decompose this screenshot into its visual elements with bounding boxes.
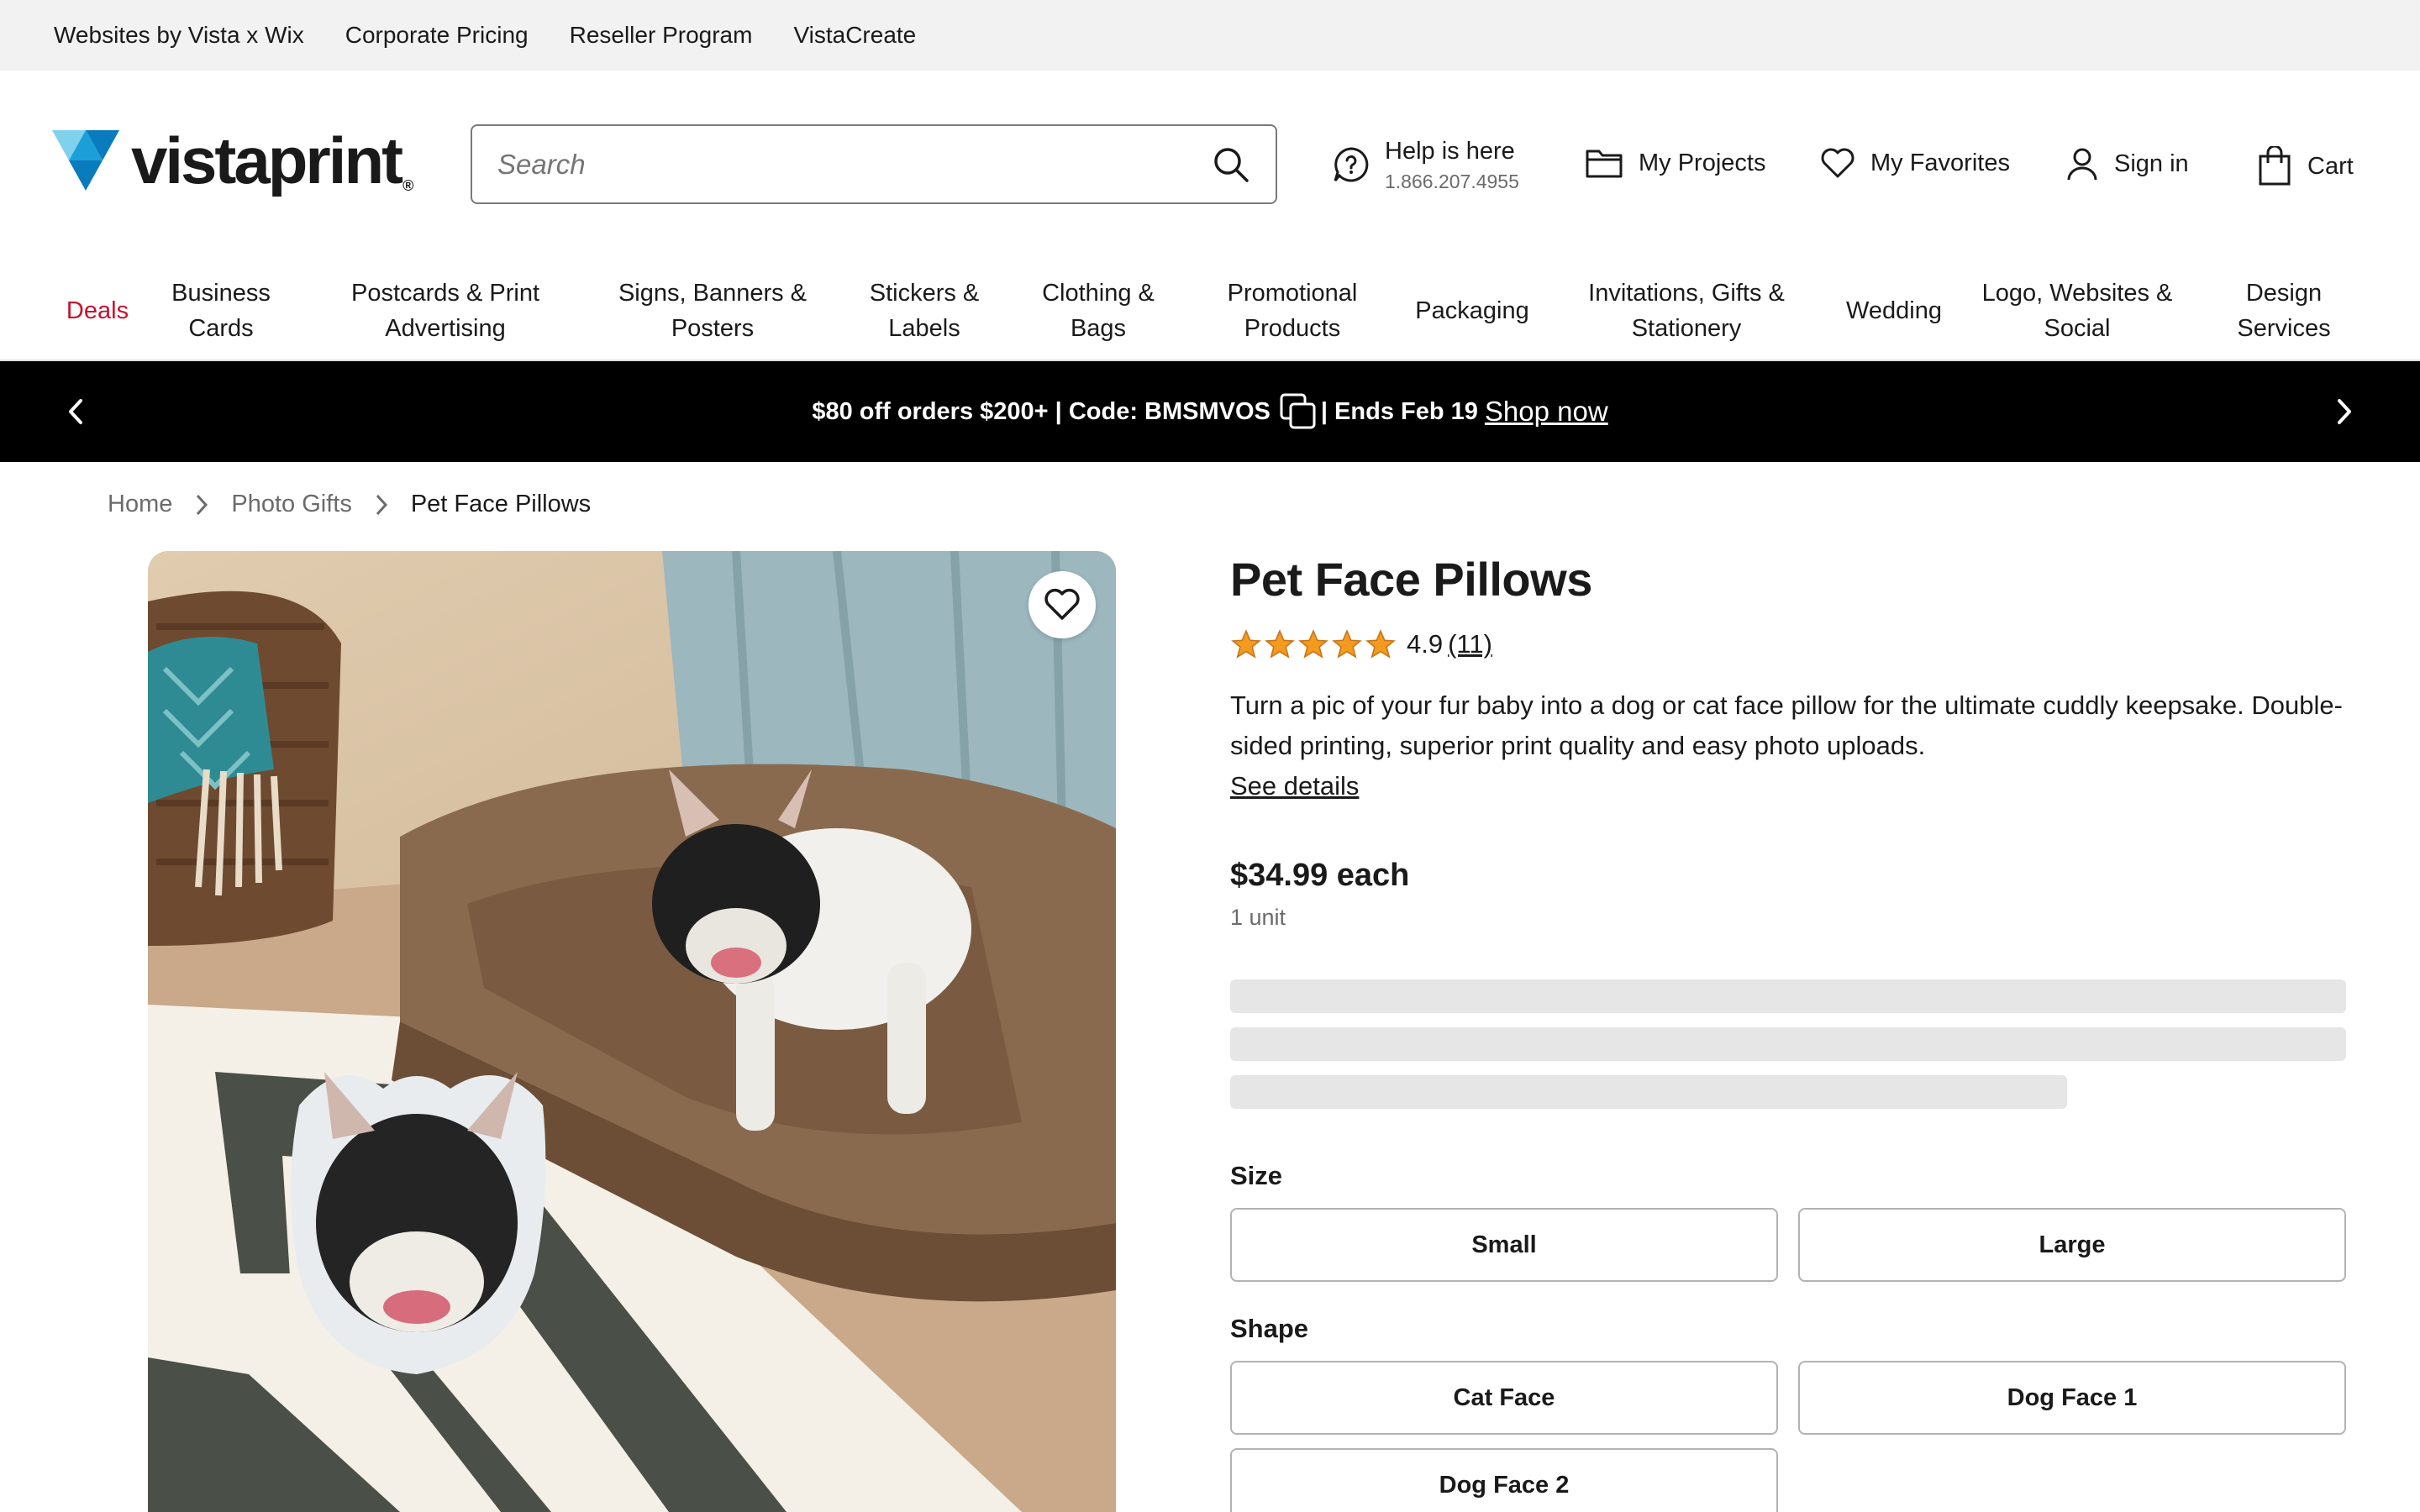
rating-stars [1230, 628, 1398, 660]
size-option-large[interactable]: Large [1798, 1208, 2346, 1282]
help-phone[interactable]: 1.866.207.4955 [1385, 166, 1519, 197]
vistaprint-logo-icon [52, 130, 119, 191]
chevron-right-icon [376, 494, 387, 516]
product-rating: 4.9 (11) [1230, 628, 2348, 660]
utility-link-reseller-program[interactable]: Reseller Program [570, 22, 753, 49]
nav-item-deals[interactable]: Deals [54, 260, 141, 361]
product-image[interactable] [148, 551, 1116, 1512]
star-icon [1265, 629, 1295, 659]
promo-offer: $80 off orders $200+ | Code: BMSMVOS [812, 397, 1270, 425]
star-icon [1365, 629, 1396, 659]
nav-item-postcards[interactable]: Postcards & Print Advertising [338, 260, 553, 361]
nav-item-invitations-gifts[interactable]: Invitations, Gifts & Stationery [1575, 260, 1798, 361]
help-title: Help is here [1385, 138, 1515, 165]
promo-message: $80 off orders $200+ | Code: BMSMVOS | E… [812, 392, 1608, 431]
product-photo [148, 551, 1116, 1512]
nav-item-business-cards[interactable]: Business Cards [160, 260, 282, 361]
shopping-bag-icon [2259, 146, 2291, 186]
sign-in-label: Sign in [2114, 150, 2189, 177]
user-icon [2067, 148, 2097, 181]
logo-wordmark: vistaprint ® [131, 123, 413, 197]
product-price: $34.99 each [1230, 858, 1410, 893]
star-icon [1231, 629, 1261, 659]
promo-next-arrow-icon[interactable] [2323, 390, 2366, 433]
sign-in-link[interactable]: Sign in [2065, 146, 2189, 181]
shape-option-dog-face-2[interactable]: Dog Face 2 [1230, 1448, 1778, 1512]
promo-banner: $80 off orders $200+ | Code: BMSMVOS | E… [0, 361, 2420, 462]
utility-bar: Websites by Vista x Wix Corporate Pricin… [0, 0, 2420, 71]
nav-item-wedding[interactable]: Wedding [1833, 260, 1954, 361]
heart-icon [1821, 148, 1854, 178]
shape-option-dog-face-1[interactable]: Dog Face 1 [1798, 1361, 2346, 1435]
nav-item-design-services[interactable]: Design Services [2213, 260, 2354, 361]
folder-icon [1586, 150, 1623, 178]
skeleton-line [1230, 1075, 2067, 1109]
product-title: Pet Face Pillows [1230, 553, 1592, 606]
product-description: Turn a pic of your fur baby into a dog o… [1230, 690, 2343, 760]
my-projects-link[interactable]: My Projects [1585, 146, 1765, 180]
size-option-group: Size Small Large [1230, 1158, 2348, 1282]
star-icon [1332, 629, 1362, 659]
help-chat-icon [1333, 146, 1370, 187]
chevron-right-icon [196, 494, 208, 516]
rating-value: 4.9 [1407, 629, 1444, 659]
cart-link[interactable]: Cart [2257, 146, 2354, 186]
rating-count-link[interactable]: (11) [1448, 629, 1492, 659]
nav-item-packaging[interactable]: Packaging [1405, 260, 1539, 361]
copy-code-icon[interactable] [1279, 392, 1318, 431]
my-favorites-link[interactable]: My Favorites [1820, 146, 2010, 180]
breadcrumb: Home Photo Gifts Pet Face Pillows [108, 491, 591, 518]
size-option-small[interactable]: Small [1230, 1208, 1778, 1282]
shape-option-group: Shape Cat Face Dog Face 1 Dog Face 2 [1230, 1310, 2348, 1512]
utility-link-wix[interactable]: Websites by Vista x Wix [54, 22, 304, 49]
shape-option-cat-face[interactable]: Cat Face [1230, 1361, 1778, 1435]
nav-item-logo-websites[interactable]: Logo, Websites & Social [1975, 260, 2180, 361]
promo-ends: | Ends Feb 19 [1320, 397, 1478, 425]
breadcrumb-current: Pet Face Pillows [410, 491, 592, 517]
see-details-link[interactable]: See details [1230, 766, 1359, 806]
skeleton-line [1230, 979, 2346, 1013]
shape-label: Shape [1230, 1314, 1309, 1343]
search-input[interactable] [497, 148, 1212, 181]
utility-link-corporate-pricing[interactable]: Corporate Pricing [345, 22, 529, 49]
search-icon[interactable] [1212, 145, 1250, 184]
nav-item-stickers-labels[interactable]: Stickers & Labels [859, 260, 990, 361]
help-contact[interactable]: Help is here 1.866.207.4955 [1333, 136, 1519, 197]
search-box [471, 124, 1277, 204]
utility-link-vistacreate[interactable]: VistaCreate [793, 22, 916, 49]
breadcrumb-photo-gifts[interactable]: Photo Gifts [231, 491, 351, 518]
breadcrumb-home[interactable]: Home [108, 491, 172, 518]
star-icon [1298, 629, 1328, 659]
my-projects-label: My Projects [1639, 149, 1766, 176]
loading-placeholder [1230, 979, 2348, 1109]
nav-item-clothing-bags[interactable]: Clothing & Bags [1025, 260, 1171, 361]
site-header: vistaprint® Help is here 1.866.207.4955 … [0, 71, 2420, 260]
promo-shop-now-link[interactable]: Shop now [1485, 396, 1608, 428]
vistaprint-logo[interactable]: vistaprint ® [52, 123, 413, 197]
cart-label: Cart [2307, 152, 2354, 180]
category-nav: Deals Business Cards Postcards & Print A… [0, 260, 2420, 361]
product-info: Pet Face Pillows 4.9 (11) Turn a pic of … [1230, 546, 2348, 1512]
favorite-button[interactable] [1028, 571, 1096, 638]
size-label: Size [1230, 1161, 1283, 1190]
promo-prev-arrow-icon[interactable] [54, 390, 97, 433]
skeleton-line [1230, 1027, 2346, 1061]
my-favorites-label: My Favorites [1870, 149, 2010, 176]
product-unit: 1 unit [1230, 905, 1286, 930]
nav-item-promotional-products[interactable]: Promotional Products [1215, 260, 1370, 361]
nav-item-signs-banners[interactable]: Signs, Banners & Posters [608, 260, 817, 361]
heart-icon [1044, 588, 1080, 620]
